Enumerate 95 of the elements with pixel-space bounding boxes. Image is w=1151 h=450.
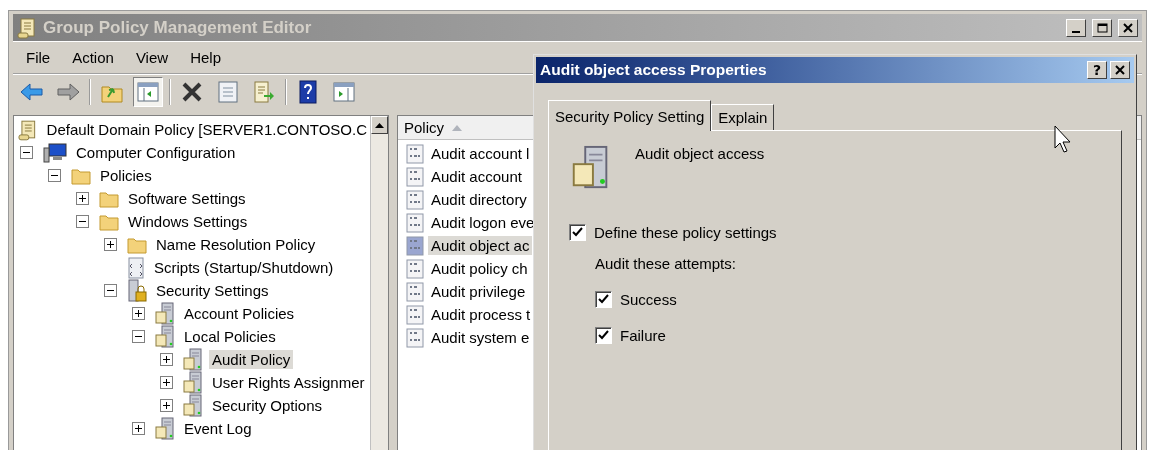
section-label: Audit these attempts: — [595, 254, 736, 272]
expand-icon[interactable] — [104, 238, 117, 251]
help-button[interactable]: ? — [1087, 61, 1107, 79]
tree-item[interactable]: Policies — [97, 166, 155, 185]
menu-item[interactable]: File — [17, 47, 64, 68]
expand-icon[interactable] — [76, 192, 89, 205]
help-icon — [299, 79, 317, 104]
close-button[interactable] — [1110, 61, 1130, 79]
server-icon — [155, 324, 175, 349]
policy-item[interactable]: Audit object ac — [428, 236, 533, 255]
dialog-title: Audit object access Properties — [540, 61, 768, 79]
tree-item[interactable]: Account Policies — [181, 304, 298, 323]
server-icon — [183, 370, 203, 395]
server-icon — [183, 393, 203, 418]
folder-icon — [71, 166, 91, 185]
policy-item[interactable]: Audit system e — [428, 328, 533, 347]
action-pane-icon — [333, 81, 355, 102]
tree-item[interactable]: Audit Policy — [209, 350, 294, 369]
folder-icon — [127, 235, 147, 254]
folder-icon — [99, 189, 119, 208]
tab[interactable]: Security Policy Setting — [548, 100, 712, 131]
expand-icon[interactable] — [160, 376, 173, 389]
scroll-icon — [17, 16, 37, 39]
policy-name: Audit object access — [635, 145, 765, 162]
menu-item[interactable]: Help — [181, 47, 234, 68]
server-icon — [183, 347, 203, 372]
binary-file-icon — [406, 189, 424, 210]
tree-item[interactable]: Name Resolution Policy — [153, 235, 319, 254]
checkbox-label: Failure — [620, 326, 666, 344]
policy-item[interactable]: Audit privilege — [428, 282, 529, 301]
policy-item[interactable]: Audit directory — [428, 190, 530, 209]
policy-item[interactable]: Audit logon eve — [428, 213, 538, 232]
tree-item[interactable]: Scripts (Startup/Shutdown) — [151, 258, 337, 277]
minimize-button[interactable] — [1066, 18, 1086, 37]
tree-item[interactable]: User Rights Assignmer — [209, 373, 368, 392]
close-button[interactable] — [1118, 18, 1138, 37]
binary-file-icon — [406, 143, 424, 164]
collapse-icon[interactable] — [48, 169, 61, 182]
tree-item[interactable]: Security Options — [209, 396, 326, 415]
collapse-icon[interactable] — [104, 284, 117, 297]
binary-file-icon — [406, 166, 424, 187]
collapse-icon[interactable] — [76, 215, 89, 228]
binary-file-icon — [406, 235, 424, 256]
properties-icon — [218, 80, 238, 103]
binary-file-icon — [406, 304, 424, 325]
tree-item[interactable]: Software Settings — [125, 189, 249, 208]
binary-file-icon — [406, 258, 424, 279]
window-title: Group Policy Management Editor — [43, 17, 313, 38]
expand-icon[interactable] — [160, 353, 173, 366]
maximize-icon — [1096, 22, 1108, 33]
checkbox-label: Success — [620, 290, 677, 308]
checkbox[interactable] — [595, 290, 612, 308]
close-icon — [1115, 65, 1125, 75]
checkbox-label: Define these policy settings — [594, 223, 777, 241]
expand-icon[interactable] — [132, 422, 145, 435]
delete-icon — [181, 80, 203, 103]
scroll-icon — [18, 118, 38, 141]
export-list-icon — [253, 80, 275, 103]
locked-server-icon — [127, 278, 147, 303]
minimize-icon — [1072, 30, 1080, 33]
tree-item[interactable]: Event Log — [181, 419, 255, 438]
tree-item[interactable]: Default Domain Policy [SERVER1.CONTOSO.C — [43, 120, 370, 139]
forward-arrow-icon — [56, 81, 80, 102]
folder-icon — [99, 212, 119, 231]
policy-item[interactable]: Audit account — [428, 167, 525, 186]
checkbox[interactable] — [569, 223, 586, 241]
expand-icon[interactable] — [132, 307, 145, 320]
menu-item[interactable]: Action — [63, 47, 127, 68]
policy-item[interactable]: Audit process t — [428, 305, 534, 324]
collapse-icon[interactable] — [132, 330, 145, 343]
policy-item[interactable]: Audit account l — [428, 144, 533, 163]
maximize-button[interactable] — [1092, 18, 1112, 37]
server-icon — [155, 416, 175, 441]
menu-item[interactable]: View — [126, 47, 182, 68]
tree-item[interactable]: Computer Configuration — [73, 143, 239, 162]
back-arrow-icon — [20, 81, 44, 102]
tree-pane-icon — [137, 81, 159, 102]
tree-item[interactable]: Security Settings — [153, 281, 272, 300]
sort-icon — [452, 124, 462, 131]
tree-item[interactable]: Windows Settings — [125, 212, 251, 231]
binary-file-icon — [406, 281, 424, 302]
collapse-icon[interactable] — [20, 146, 33, 159]
policy-item[interactable]: Audit policy ch — [428, 259, 531, 278]
server-icon — [155, 301, 175, 326]
binary-file-icon — [406, 327, 424, 348]
close-icon — [1123, 22, 1133, 33]
binary-file-icon — [406, 212, 424, 233]
computer-icon — [43, 142, 67, 163]
script-icon — [127, 256, 145, 279]
tab[interactable]: Explain — [711, 104, 775, 130]
scroll-up-button[interactable] — [371, 116, 388, 134]
checkbox[interactable] — [595, 326, 612, 344]
expand-icon[interactable] — [160, 399, 173, 412]
tree-item[interactable]: Local Policies — [181, 327, 279, 346]
up-arrow-icon — [375, 122, 384, 128]
